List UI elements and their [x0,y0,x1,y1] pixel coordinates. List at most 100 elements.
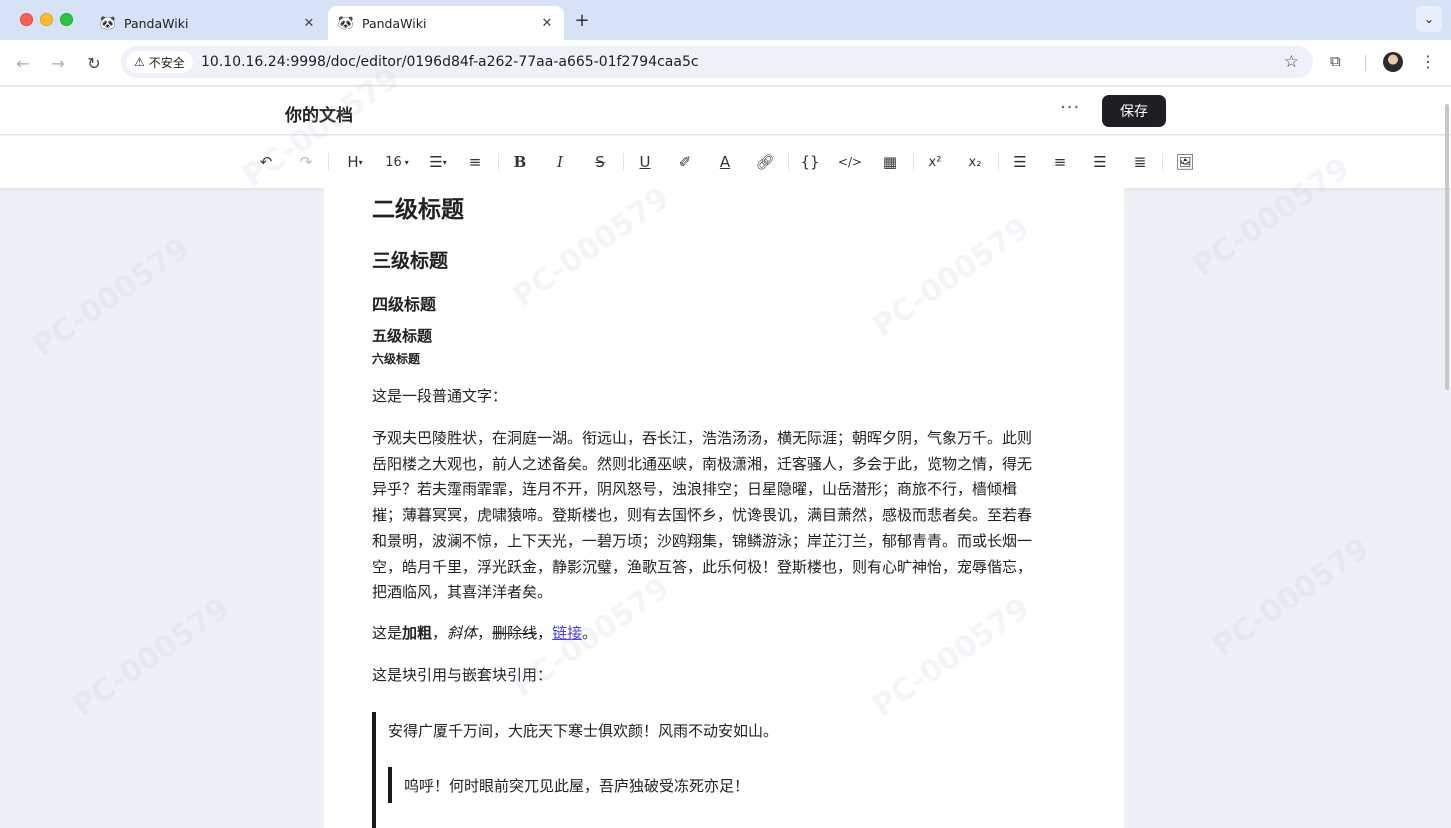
bullet-list-icon: ☰ [429,153,443,171]
document-editor[interactable]: 二级标题 三级标题 四级标题 五级标题 六级标题 这是一段普通文字： 予观夫巴陵… [324,188,1124,828]
reload-icon[interactable]: ↻ [83,52,105,74]
browser-tab[interactable]: 🐼 PandaWiki ✕ [90,6,326,40]
comma: ， [537,624,553,642]
highlight-icon[interactable]: ✐ [675,150,695,174]
blockquote-bar [372,712,376,828]
forward-arrow-icon[interactable]: → [47,52,69,74]
toolbar-divider [788,153,789,171]
toolbar-divider [1162,153,1163,171]
toolbar-divider [623,153,624,171]
line-height-icon[interactable]: ≡ [465,150,485,174]
paragraph-line: 予观夫巴陵胜状，在洞庭一湖。衔远山，吞长江，浩浩汤汤，横无际涯；朝晖夕阴，气象万… [372,429,1033,447]
doc-title[interactable]: 你的文档 [285,101,353,126]
list-dropdown[interactable]: ☰ ▾ [425,150,451,174]
close-tab-icon[interactable]: ✕ [536,16,558,31]
undo-icon[interactable]: ↶ [256,150,276,174]
period: 。 [582,624,598,642]
align-left-icon[interactable]: ☰ [1010,150,1030,174]
text-color-icon[interactable]: A [715,150,735,174]
quote-intro-paragraph[interactable]: 这是块引用与嵌套块引用： [372,663,552,689]
browser-menu-icon[interactable]: ⋮ [1420,52,1436,71]
back-arrow-icon[interactable]: ← [12,52,34,74]
nested-blockquote-bar [388,767,392,803]
body-paragraph[interactable]: 予观夫巴陵胜状，在洞庭一湖。衔远山，吞长江，浩浩汤汤，横无际涯；朝晖夕阴，气象万… [372,426,1080,606]
watermark: PC-000579 [1206,530,1376,665]
paragraph-line: 空，皓月千里，浮光跃金，静影沉璧，渔歌互答，此乐何极！登斯楼也，则有心旷神怡，宠… [372,557,1033,576]
browser-tab-active[interactable]: 🐼 PandaWiki ✕ [328,6,564,40]
security-chip[interactable]: ⚠ 不安全 [126,51,193,73]
tab-title: PandaWiki [362,15,427,31]
intro-paragraph[interactable]: 这是一段普通文字： [372,384,507,410]
tab-title: PandaWiki [124,15,189,31]
panda-favicon-icon: 🐼 [99,15,117,31]
maximize-window-button[interactable] [60,13,73,26]
bold-icon[interactable]: B [510,150,530,174]
watermark: PC-000579 [66,590,236,725]
nested-blockquote-text[interactable]: 呜呼！何时眼前突兀见此屋，吾庐独破受冻死亦足！ [404,775,749,796]
minimize-window-button[interactable] [40,13,53,26]
new-tab-plus-icon[interactable]: + [572,10,592,31]
italic-icon[interactable]: I [550,150,570,174]
tab-search-chevron-icon[interactable]: ⌄ [1416,6,1442,32]
blockquote-text[interactable]: 安得广厦千万间，大庇天下寒士俱欢颜！风雨不动安如山。 [388,720,778,741]
address-bar[interactable]: ⚠ 不安全 10.10.16.24:9998/doc/editor/0196d8… [121,46,1313,78]
extensions-puzzle-icon[interactable]: ⧉ [1330,52,1350,72]
security-label: 不安全 [148,55,185,70]
paragraph-line: 摧；薄暮冥冥，虎啸猿啼。登斯楼也，则有去国怀乡，忧谗畏讥，满目萧然，感极而悲者矣… [372,506,1033,525]
heading-4[interactable]: 四级标题 [372,291,436,315]
heading-3[interactable]: 三级标题 [372,246,448,273]
underline-icon[interactable]: U [635,150,655,174]
panda-favicon-icon: 🐼 [337,15,355,31]
paragraph-line: 岳阳楼之大观也，前人之述备矣。然则北通巫峡，南极潇湘，迁客骚人，多会于此，览物之… [372,454,1033,473]
toolbar-divider [913,153,914,171]
font-size-dropdown[interactable]: 16 ▾ [383,150,411,174]
browser-toolbar: ← → ↻ ⚠ 不安全 10.10.16.24:9998/doc/editor/… [0,40,1451,86]
insert-image-icon[interactable]: 🖼︎ [1175,150,1195,174]
chevron-down-icon: ▾ [442,157,447,167]
heading-5[interactable]: 五级标题 [372,325,432,346]
more-options-icon[interactable]: ··· [1060,97,1080,118]
strikethrough-icon[interactable]: S [590,150,610,174]
inline-code-icon[interactable]: </> [838,150,862,174]
browser-tab-strip: 🐼 PandaWiki ✕ 🐼 PandaWiki ✕ + ⌄ [0,0,1451,40]
bold-text: 加粗 [402,624,433,642]
font-size-value: 16 [385,154,402,170]
align-center-icon[interactable]: ≡ [1050,150,1070,174]
watermark: PC-000579 [26,230,196,365]
heading-6[interactable]: 六级标题 [372,350,420,367]
editor-toolbar: ↶ ↷ H ▾ 16 ▾ ☰ ▾ ≡ B I S U ✐ A 🔗︎ {} </> ▦ … [0,136,1451,188]
format-paragraph[interactable]: 这是加粗，斜体，删除线，链接。 [372,621,597,647]
toolbar-divider [998,153,999,171]
italic-text: 斜体 [447,624,478,642]
paragraph-line: 把酒临风，其喜洋洋者矣。 [372,583,553,602]
redo-icon[interactable]: ↷ [296,150,316,174]
page-scrollbar[interactable] [1445,104,1449,390]
paragraph-line: 异乎？若夫霪雨霏霏，连月不开，阴风怒号，浊浪排空；日星隐曜，山岳潜形；商旅不行，… [372,480,1018,499]
profile-avatar[interactable] [1383,52,1403,72]
strikethrough-text: 删除线 [492,624,538,642]
heading-2[interactable]: 二级标题 [372,190,464,224]
subscript-icon[interactable]: x₂ [965,150,985,174]
chevron-down-icon: ▾ [358,157,363,167]
superscript-icon[interactable]: x² [925,150,945,174]
warning-triangle-icon: ⚠ [134,55,145,69]
link-icon[interactable]: 🔗︎ [755,150,775,174]
align-justify-icon[interactable]: ≣ [1130,150,1150,174]
align-right-icon[interactable]: ☰ [1090,150,1110,174]
toolbar-divider [328,153,329,171]
close-window-button[interactable] [20,13,33,26]
url-text[interactable]: 10.10.16.24:9998/doc/editor/0196d84f-a26… [201,54,699,70]
inline-link[interactable]: 链接 [552,624,582,642]
code-block-icon[interactable]: {} [800,150,820,174]
save-button[interactable]: 保存 [1102,95,1166,127]
bookmark-star-icon[interactable]: ☆ [1284,52,1299,72]
chevron-down-icon: ▾ [404,157,409,167]
heading-dropdown[interactable]: H ▾ [343,150,367,174]
heading-icon: H [347,153,359,171]
table-icon[interactable]: ▦ [880,150,900,174]
toolbar-divider [498,153,499,171]
close-tab-icon[interactable]: ✕ [298,16,320,31]
toolbar-divider [1365,55,1366,71]
format-prefix: 这是 [372,624,403,642]
comma: ， [477,624,493,642]
